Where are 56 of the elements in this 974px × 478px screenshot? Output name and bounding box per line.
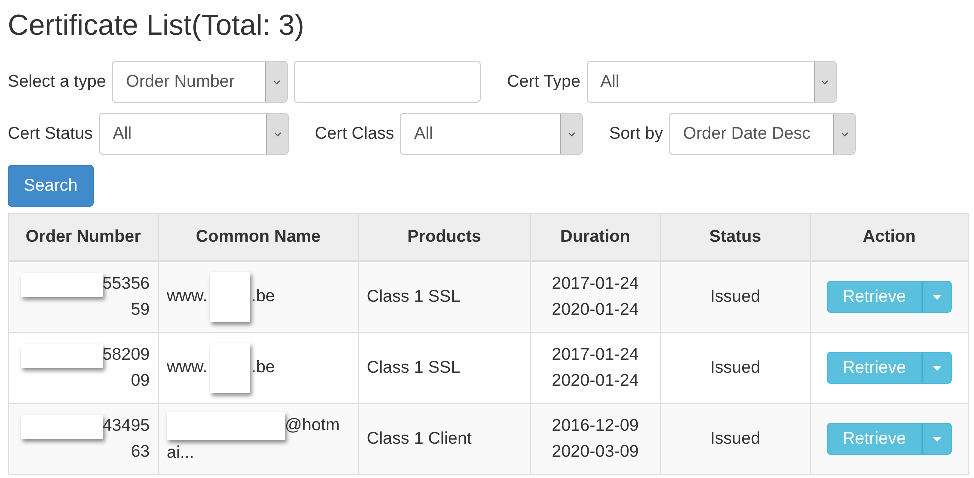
dropdown[interactable]: All xyxy=(400,113,584,155)
common-name: www. xyxy=(167,286,208,306)
dropdown-toggle[interactable] xyxy=(922,281,952,313)
common-name: .be xyxy=(252,357,276,376)
date-text: 2017-01-24 xyxy=(551,273,640,295)
search-button[interactable]: Search xyxy=(8,165,94,207)
redaction-box xyxy=(210,343,250,393)
column-header: Products xyxy=(358,214,530,261)
field-label: Cert Status xyxy=(8,124,94,144)
caret-icon xyxy=(932,436,942,442)
chevron-icon xyxy=(821,80,830,84)
order-number: 63 xyxy=(131,442,150,461)
date-text: 2017-01-24 xyxy=(551,344,640,366)
product-name: Class 1 SSL xyxy=(367,287,461,306)
caret-icon xyxy=(932,366,942,370)
date-text: 2016-12-09 xyxy=(551,415,640,437)
column-header: Duration xyxy=(530,214,660,261)
order-number: 55356 xyxy=(102,274,150,293)
order-number: 59 xyxy=(131,300,150,319)
column-header: Action xyxy=(810,214,968,261)
column-header: Order Number xyxy=(8,214,158,261)
order-number: 43495 xyxy=(102,416,150,435)
date-text: 2020-01-24 xyxy=(551,299,640,321)
product-name: Class 1 Client xyxy=(367,429,472,448)
field-label: Select a type xyxy=(8,72,106,92)
chevron-icon xyxy=(272,80,281,84)
caret-icon xyxy=(932,294,942,300)
date-text: 2020-03-09 xyxy=(551,441,640,463)
dropdown-toggle[interactable] xyxy=(922,352,952,384)
dropdown[interactable]: Order Date Desc xyxy=(669,113,856,155)
dropdown[interactable]: Order Number xyxy=(112,61,288,103)
column-header: Common Name xyxy=(158,214,358,261)
order-number: 58209 xyxy=(102,345,150,364)
field-label: Cert Type xyxy=(507,72,581,92)
common-name: www. xyxy=(167,357,208,376)
field-label: Cert Class xyxy=(315,124,394,144)
page-title: Certificate List(Total: 3) xyxy=(8,9,306,44)
product-name: Class 1 SSL xyxy=(367,358,461,377)
order-number: 09 xyxy=(131,371,150,390)
text-field[interactable] xyxy=(294,61,482,103)
column-header: Status xyxy=(660,214,810,261)
redaction-box xyxy=(210,272,250,322)
status-text: Issued xyxy=(710,287,761,306)
status-text: Issued xyxy=(710,429,761,448)
dropdown[interactable]: All xyxy=(99,113,290,155)
common-name: .be xyxy=(252,286,276,306)
common-name: ai... xyxy=(167,443,194,462)
chevron-icon xyxy=(840,132,849,136)
chevron-icon xyxy=(568,132,576,136)
field-label: Sort by xyxy=(609,124,664,144)
common-name: @hotm xyxy=(285,415,340,434)
chevron-icon xyxy=(274,132,282,136)
date-text: 2020-01-24 xyxy=(551,370,640,392)
dropdown-toggle[interactable] xyxy=(922,423,952,455)
dropdown[interactable]: All xyxy=(586,61,837,103)
status-text: Issued xyxy=(710,358,761,377)
